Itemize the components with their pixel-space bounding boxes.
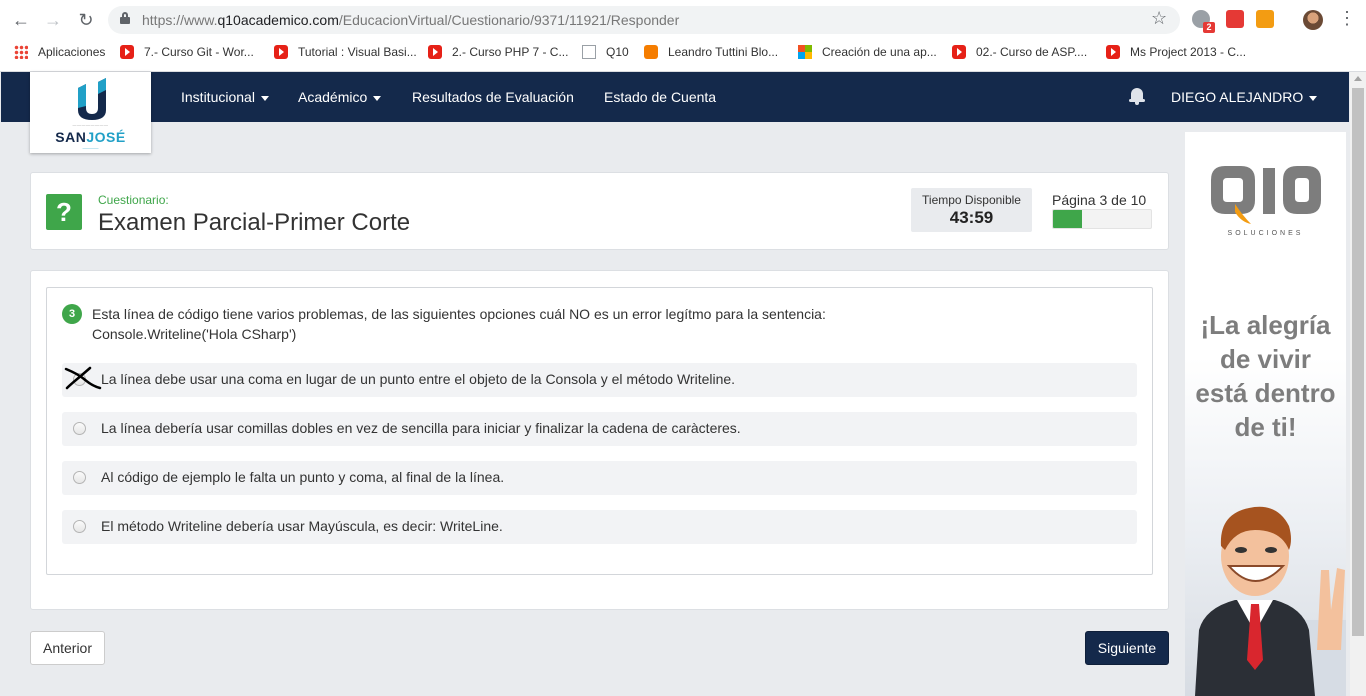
bookmark-star-icon[interactable]: ☆: [1151, 8, 1167, 29]
bookmark-label: 02.- Curso de ASP....: [976, 45, 1088, 59]
bookmark-label: Ms Project 2013 - C...: [1130, 45, 1247, 59]
scroll-thumb[interactable]: [1352, 88, 1364, 636]
profile-avatar[interactable]: [1303, 10, 1323, 30]
next-button[interactable]: Siguiente: [1085, 631, 1169, 665]
bookmark-label: Aplicaciones: [38, 45, 106, 59]
page-indicator: Página 3 de 10: [1052, 192, 1147, 208]
bookmark-item[interactable]: 02.- Curso de ASP....: [952, 43, 1087, 61]
pdf-extension-icon[interactable]: [1226, 10, 1244, 28]
answer-option-4[interactable]: El método Writeline debería usar Mayúscu…: [62, 510, 1137, 544]
bookmark-item[interactable]: Creación de una ap...: [798, 43, 937, 61]
youtube-icon: [428, 45, 442, 59]
logo-mark-icon: [78, 78, 106, 120]
logo-tagline: ————: [82, 145, 99, 150]
user-menu[interactable]: DIEGO ALEJANDRO: [1171, 72, 1318, 122]
radio-button[interactable]: [73, 520, 86, 533]
blogger-icon: [644, 45, 658, 59]
extension-badge: 2: [1203, 22, 1215, 33]
q10-brand-logo: [1211, 166, 1321, 224]
advertisement-banner[interactable]: SOLUCIONES ¡La alegría de vivir está den…: [1185, 132, 1346, 696]
nav-academico[interactable]: Académico: [298, 72, 382, 122]
previous-button[interactable]: Anterior: [30, 631, 105, 665]
bookmark-label: 7.- Curso Git - Wor...: [144, 45, 254, 59]
answer-text: La línea debe usar una coma en lugar de …: [101, 371, 736, 387]
quiz-title: Examen Parcial-Primer Corte: [98, 209, 411, 236]
cross-mark-annotation-icon: [64, 366, 102, 390]
url-text[interactable]: https://www.q10academico.com/EducacionVi…: [142, 12, 679, 28]
bookmark-item[interactable]: Tutorial : Visual Basi...: [274, 43, 417, 61]
browser-menu-icon[interactable]: ⋮: [1338, 8, 1356, 29]
address-bar[interactable]: https://www.q10academico.com/EducacionVi…: [108, 6, 1180, 34]
radio-button[interactable]: [73, 471, 86, 484]
question-line-1: Esta línea de código tiene varios proble…: [92, 306, 826, 322]
youtube-icon: [1106, 45, 1120, 59]
question-mark-icon: ?: [46, 194, 82, 230]
bookmark-label: 2.- Curso PHP 7 - C...: [452, 45, 569, 59]
bookmark-label: Creación de una ap...: [822, 45, 937, 59]
answer-text: La línea debería usar comillas dobles en…: [101, 420, 741, 436]
answer-option-1[interactable]: La línea debe usar una coma en lugar de …: [62, 363, 1137, 397]
timer-label: Tiempo Disponible: [922, 193, 1021, 207]
youtube-icon: [274, 45, 288, 59]
progress-fill: [1053, 210, 1083, 228]
caret-down-icon: [373, 95, 382, 101]
lock-icon: [120, 12, 130, 24]
reload-icon[interactable]: ↻: [75, 9, 97, 31]
youtube-icon: [120, 45, 134, 59]
nav-estado-cuenta[interactable]: Estado de Cuenta: [604, 72, 716, 122]
logo-subtitle: ————————: [72, 122, 109, 127]
bookmark-item[interactable]: 2.- Curso PHP 7 - C...: [428, 43, 568, 61]
bookmark-item[interactable]: Q10: [582, 43, 629, 61]
ad-brand-subtitle: SOLUCIONES: [1227, 230, 1304, 237]
timer-value: 43:59: [949, 208, 994, 227]
youtube-icon: [952, 45, 966, 59]
apps-icon: [14, 45, 28, 59]
microsoft-icon: [798, 45, 812, 59]
bookmarks-bar: Aplicaciones 7.- Curso Git - Wor... Tuto…: [0, 40, 1366, 64]
answer-text: Al código de ejemplo le falta un punto y…: [101, 469, 505, 485]
shopping-extension-icon[interactable]: [1256, 10, 1274, 28]
bookmark-label: Tutorial : Visual Basi...: [298, 45, 417, 59]
answer-text: El método Writeline debería usar Mayúscu…: [101, 518, 503, 534]
bookmark-item[interactable]: 7.- Curso Git - Wor...: [120, 43, 254, 61]
ad-headline: ¡La alegría de vivir está dentro de ti!: [1195, 310, 1336, 442]
page-progress-bar: [1052, 209, 1152, 229]
timer-box: Tiempo Disponible 43:59: [911, 188, 1032, 232]
radio-button[interactable]: [73, 422, 86, 435]
logo-name: SANJOSÉ: [55, 129, 126, 145]
question-text: Esta línea de código tiene varios proble…: [92, 304, 826, 344]
bookmark-apps[interactable]: Aplicaciones: [14, 43, 105, 61]
answer-option-3[interactable]: Al código de ejemplo le falta un punto y…: [62, 461, 1137, 495]
scroll-up-arrow-icon[interactable]: [1354, 76, 1362, 81]
document-icon: [582, 45, 596, 59]
page-scrollbar[interactable]: [1350, 72, 1366, 696]
question-code-line: Console.Writeline('Hola CSharp'): [92, 326, 297, 342]
browser-toolbar: ← → ↻ https://www.q10academico.com/Educa…: [0, 0, 1366, 72]
caret-down-icon: [1309, 95, 1318, 101]
nav-resultados[interactable]: Resultados de Evaluación: [412, 72, 574, 122]
nav-institucional[interactable]: Institucional: [181, 72, 269, 122]
main-navbar: Institucional Académico Resultados de Ev…: [1, 72, 1349, 122]
bookmark-label: Q10: [606, 45, 629, 59]
back-icon[interactable]: ←: [10, 9, 32, 31]
question-number-badge: 3: [62, 304, 82, 324]
answer-option-2[interactable]: La línea debería usar comillas dobles en…: [62, 412, 1137, 446]
smiling-businessman-illustration: [1195, 506, 1346, 696]
bookmark-item[interactable]: Ms Project 2013 - C...: [1106, 43, 1246, 61]
bookmark-label: Leandro Tuttini Blo...: [668, 45, 779, 59]
caret-down-icon: [260, 95, 269, 101]
institution-logo[interactable]: ———————— SANJOSÉ ————: [30, 72, 151, 153]
notifications-bell-icon[interactable]: [1129, 88, 1145, 106]
bookmark-item[interactable]: Leandro Tuttini Blo...: [644, 43, 778, 61]
forward-icon[interactable]: →: [42, 9, 64, 31]
quiz-label: Cuestionario:: [98, 193, 169, 207]
